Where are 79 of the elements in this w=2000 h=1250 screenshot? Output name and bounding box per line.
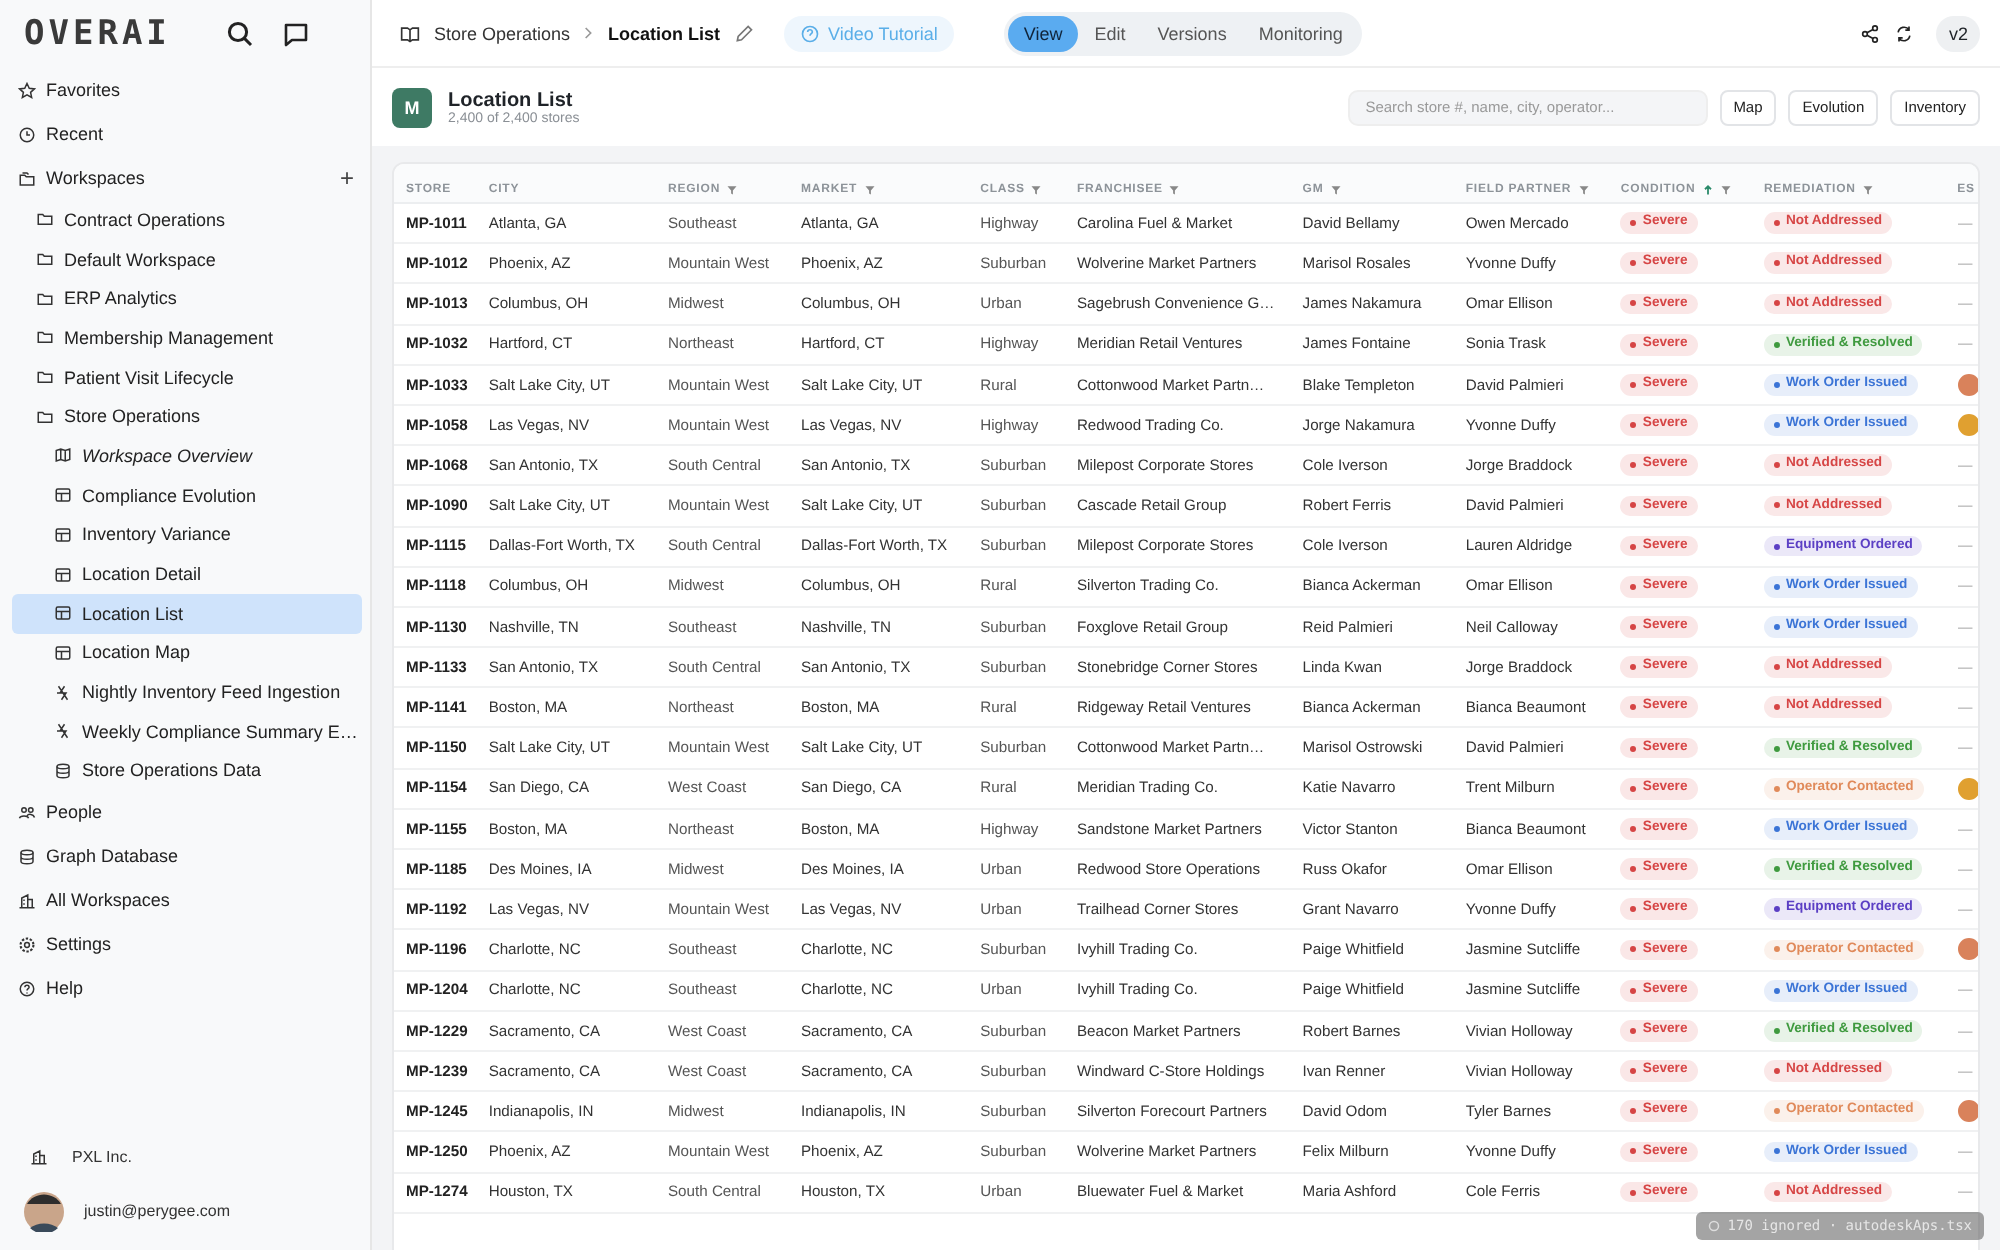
nav-item[interactable]: Location List [12, 593, 362, 634]
page-title: Location List [608, 23, 721, 43]
filter-icon[interactable] [1329, 183, 1342, 195]
list-title: Location List [448, 89, 575, 111]
folder-icon [36, 210, 54, 229]
pipeline-icon [54, 683, 72, 702]
refresh-icon[interactable] [1894, 23, 1915, 43]
star-icon [18, 81, 36, 99]
nav-item[interactable]: ERP Analytics [12, 278, 362, 319]
nav-item[interactable]: Membership Management [12, 318, 362, 358]
logo: OVERAI [24, 14, 171, 54]
nav-item[interactable]: Workspace Overview [12, 436, 362, 476]
map-icon [54, 446, 72, 465]
database-icon [54, 761, 72, 780]
building-icon [18, 891, 36, 910]
help-icon [18, 979, 36, 998]
mode-tab[interactable]: View [1007, 15, 1079, 51]
building-icon [29, 1148, 47, 1166]
filter-icon[interactable] [726, 183, 739, 195]
nav-item[interactable]: Favorites [12, 68, 362, 112]
nav-item[interactable]: Patient Visit Lifecycle [12, 357, 362, 397]
database-icon [18, 847, 36, 866]
nav-item[interactable]: Help [12, 966, 362, 1011]
organization-name: PXL Inc. [72, 1148, 132, 1166]
nav-item[interactable]: Graph Database [12, 834, 362, 879]
settings-icon [18, 935, 36, 954]
sort-up-icon[interactable] [1701, 183, 1714, 195]
pencil-icon[interactable] [734, 23, 755, 43]
filter-icon[interactable] [1719, 183, 1732, 195]
filter-icon[interactable] [1030, 183, 1043, 195]
table-icon [54, 565, 72, 584]
filter-icon[interactable] [1861, 183, 1874, 195]
nav-item[interactable]: Inventory Variance [12, 515, 362, 555]
nav-item[interactable]: Location Detail [12, 554, 362, 594]
workspaces-item[interactable]: Workspaces [12, 156, 332, 200]
share-icon[interactable] [1860, 23, 1881, 43]
nav-item[interactable]: Weekly Compliance Summary E… [12, 711, 362, 752]
mode-tab[interactable]: Monitoring [1242, 15, 1359, 51]
nav-item[interactable]: Default Workspace [12, 239, 362, 279]
clock-icon [18, 125, 36, 143]
folder-icon [36, 328, 54, 347]
avatar[interactable] [24, 1191, 64, 1231]
help-icon [800, 23, 821, 43]
folder-icon [36, 407, 54, 426]
nav-item[interactable]: People [12, 790, 362, 835]
app-badge: M [392, 87, 432, 127]
circle-icon [1707, 1220, 1720, 1232]
pipeline-icon [54, 722, 72, 741]
table-icon [54, 525, 72, 544]
chevron-icon [584, 26, 595, 40]
nav-item[interactable]: Compliance Evolution [12, 475, 362, 515]
nav-item[interactable]: Store Operations [12, 396, 362, 437]
filter-icon[interactable] [1577, 183, 1590, 195]
version-badge[interactable]: v2 [1936, 15, 1980, 51]
mode-tab[interactable]: Versions [1141, 15, 1243, 51]
table-icon [54, 486, 72, 505]
nav-item[interactable]: Settings [12, 922, 362, 967]
people-icon [18, 803, 36, 822]
table-icon [54, 604, 72, 623]
nav-item[interactable]: Contract Operations [12, 200, 362, 240]
folder-icon [36, 250, 54, 269]
nav-item[interactable]: Location Map [12, 633, 362, 673]
breadcrumb-link[interactable]: Store Operations [434, 23, 571, 43]
nav-item[interactable]: All Workspaces [12, 878, 362, 923]
search-icon[interactable] [226, 20, 255, 48]
nav-item[interactable]: Nightly Inventory Feed Ingestion [12, 672, 362, 712]
book-icon [400, 23, 420, 43]
table-icon [54, 643, 72, 662]
nav-item[interactable]: Recent [12, 112, 362, 156]
folder-icon [18, 169, 36, 187]
chat-icon[interactable] [282, 20, 311, 48]
filter-icon[interactable] [863, 183, 876, 195]
user-email: justin@perygee.com [84, 1202, 231, 1220]
mode-tab[interactable]: Edit [1078, 15, 1142, 51]
folder-icon [36, 368, 54, 387]
folder-icon [36, 289, 54, 308]
nav-item[interactable]: Store Operations Data [12, 751, 362, 791]
add-button[interactable]: + [331, 164, 362, 192]
filter-icon[interactable] [1168, 183, 1181, 195]
